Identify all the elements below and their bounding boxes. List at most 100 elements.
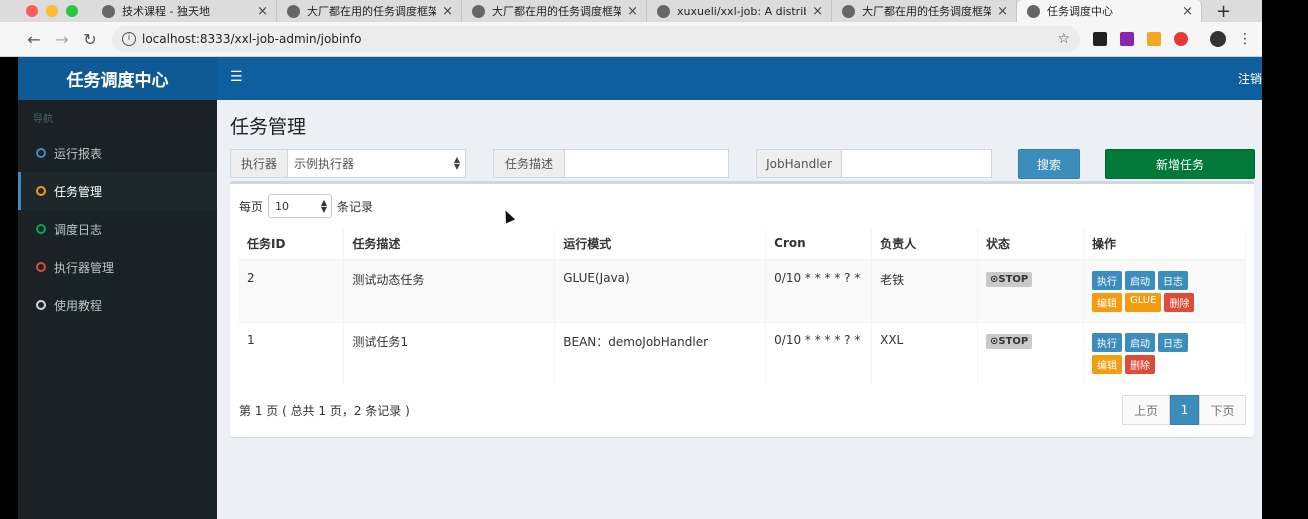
action-button[interactable]: 编辑 — [1091, 293, 1122, 312]
main-content: 任务管理 执行器 示例执行器 ▲ ▼ 任务描述 JobHandler 搜索 新增任… — [217, 100, 1262, 519]
next-page-button[interactable]: 下页 — [1199, 395, 1246, 425]
handler-input[interactable] — [841, 149, 992, 178]
prev-page-button[interactable]: 上页 — [1122, 395, 1170, 425]
column-header[interactable]: 负责人 — [871, 227, 979, 261]
tab-title: 大厂都在用的任务调度框架 — [307, 5, 437, 18]
current-page-button[interactable]: 1 — [1170, 395, 1199, 425]
cell-mode: BEAN：demoJobHandler — [554, 321, 767, 384]
close-tab-icon[interactable]: × — [627, 4, 638, 19]
tab-favicon-icon — [1027, 4, 1040, 18]
column-header[interactable]: 任务ID — [239, 227, 345, 261]
back-icon[interactable]: ← — [20, 30, 48, 49]
circle-icon — [36, 148, 46, 158]
action-button[interactable]: 日志 — [1157, 271, 1188, 290]
tab-favicon-icon — [102, 4, 115, 18]
sidebar-item-label: 任务管理 — [54, 184, 103, 199]
page-length-value: 10 — [275, 199, 290, 213]
cell-ops: 执行 启动 日志编辑 GLUE 删除 — [1083, 259, 1247, 322]
browser-tab-bar: 技术课程 - 独天地 × 大厂都在用的任务调度框架 × 大厂都在用的任务调度框架 × xux… — [0, 0, 1262, 22]
page-length-select[interactable]: 10 ▲ ▼ — [268, 194, 333, 218]
cell-status: ⊙STOP — [977, 259, 1084, 322]
action-button[interactable]: 启动 — [1124, 332, 1155, 352]
new-tab-button[interactable]: + — [1216, 1, 1231, 22]
column-header[interactable]: 运行模式 — [554, 227, 767, 261]
action-button[interactable]: 日志 — [1157, 332, 1188, 352]
action-button[interactable]: 执行 — [1091, 332, 1122, 352]
column-header[interactable]: Cron — [765, 227, 873, 261]
close-tab-icon[interactable]: × — [997, 4, 1008, 19]
sidebar-item-label: 运行报表 — [54, 146, 103, 161]
extension-icon[interactable] — [1120, 32, 1134, 46]
sidebar-item[interactable]: 任务管理 — [18, 172, 217, 210]
address-bar[interactable]: i localhost:8333/xxl-job-admin/jobinfo ☆ — [112, 26, 1080, 52]
maximize-window-button[interactable] — [66, 5, 78, 17]
extension-icon[interactable] — [1174, 32, 1188, 46]
tab-title: 大厂都在用的任务调度框架 — [492, 5, 622, 18]
cell-id: 1 — [239, 321, 345, 384]
cell-mode: GLUE(Java) — [554, 259, 767, 322]
pagination: 上页 1 下页 — [1122, 395, 1246, 425]
column-header[interactable]: 状态 — [977, 227, 1084, 261]
action-button[interactable]: 删除 — [1124, 354, 1155, 374]
close-tab-icon[interactable]: × — [1182, 4, 1193, 19]
url-text: localhost:8333/xxl-job-admin/jobinfo — [142, 32, 362, 46]
action-button[interactable]: 启动 — [1124, 271, 1155, 290]
cell-cron: 0/10 * * * * ? * — [765, 259, 873, 322]
close-window-button[interactable] — [26, 5, 38, 17]
browser-tab[interactable]: xuxueli/xxl-job: A distributed × — [647, 0, 832, 22]
job-table: 任务ID 任务描述 运行模式 Cron 负责人 状态 操作 2 测试动态任务 GLUE(Java… — [239, 227, 1247, 384]
sidebar-item-label: 使用教程 — [54, 298, 103, 313]
profile-avatar[interactable] — [1210, 31, 1226, 47]
sidebar-item[interactable]: 运行报表 — [18, 134, 217, 172]
close-tab-icon[interactable]: × — [442, 4, 453, 19]
tab-strip: 技术课程 - 独天地 × 大厂都在用的任务调度框架 × 大厂都在用的任务调度框架 × xux… — [92, 0, 1202, 22]
circle-icon — [36, 186, 46, 196]
cell-desc: 测试动态任务 — [343, 259, 556, 322]
sidebar-item[interactable]: 调度日志 — [18, 210, 217, 248]
app-logo[interactable]: 任务调度中心 — [18, 57, 217, 100]
action-button[interactable]: GLUE — [1124, 293, 1162, 312]
select-arrows-icon: ▲ ▼ — [320, 198, 328, 214]
close-tab-icon[interactable]: × — [812, 4, 823, 19]
sidebar-item[interactable]: 使用教程 — [18, 286, 217, 324]
desc-input[interactable] — [564, 149, 729, 178]
reload-icon[interactable]: ↻ — [76, 30, 104, 49]
tab-favicon-icon — [287, 4, 300, 18]
job-table-box: 每页 10 ▲ ▼ 条记录 任务ID 任务描述 运行模式 Cron 负责人 状态 操作 2 测试… — [230, 181, 1254, 437]
search-button[interactable]: 搜索 — [1018, 149, 1080, 179]
extension-icon[interactable] — [1147, 32, 1161, 46]
length-prefix: 每页 — [239, 199, 264, 214]
window-controls — [0, 5, 92, 17]
desc-label: 任务描述 — [493, 149, 565, 178]
action-button[interactable]: 编辑 — [1091, 354, 1122, 374]
extension-icon[interactable] — [1093, 32, 1107, 46]
cell-id: 2 — [239, 259, 345, 322]
site-info-icon[interactable]: i — [122, 32, 136, 46]
browser-toolbar: ← → ↻ i localhost:8333/xxl-job-admin/job… — [0, 22, 1262, 57]
column-header[interactable]: 操作 — [1083, 227, 1247, 261]
bookmark-star-icon[interactable]: ☆ — [1057, 31, 1070, 47]
cell-owner: 老铁 — [871, 259, 979, 322]
tab-favicon-icon — [472, 4, 485, 18]
action-button[interactable]: 执行 — [1091, 271, 1122, 290]
close-tab-icon[interactable]: × — [257, 4, 268, 19]
status-badge: ⊙STOP — [986, 272, 1033, 287]
browser-tab[interactable]: 任务调度中心 × — [1017, 0, 1202, 22]
browser-tab[interactable]: 大厂都在用的任务调度框架 × — [832, 0, 1017, 22]
browser-menu-icon[interactable]: ⋮ — [1238, 31, 1252, 47]
logout-link[interactable]: 注销 — [1238, 70, 1262, 87]
browser-tab[interactable]: 技术课程 - 独天地 × — [92, 0, 277, 22]
add-job-button[interactable]: 新增任务 — [1105, 149, 1255, 179]
sidebar-header: 导航 — [33, 114, 53, 125]
executor-select[interactable]: 示例执行器 ▲ ▼ — [287, 149, 466, 178]
forward-icon[interactable]: → — [48, 30, 76, 49]
browser-tab[interactable]: 大厂都在用的任务调度框架 × — [462, 0, 647, 22]
action-button[interactable]: 删除 — [1164, 293, 1195, 312]
sidebar-toggle-icon[interactable]: ☰ — [230, 69, 243, 85]
sidebar-item[interactable]: 执行器管理 — [18, 248, 217, 286]
app-root: 任务调度中心 ☰ 注销 导航 运行报表任务管理调度日志 执行器管理使用教程 任务管… — [18, 57, 1262, 519]
minimize-window-button[interactable] — [46, 5, 58, 17]
browser-tab[interactable]: 大厂都在用的任务调度框架 × — [277, 0, 462, 22]
length-suffix: 条记录 — [337, 199, 374, 214]
column-header[interactable]: 任务描述 — [343, 227, 556, 261]
